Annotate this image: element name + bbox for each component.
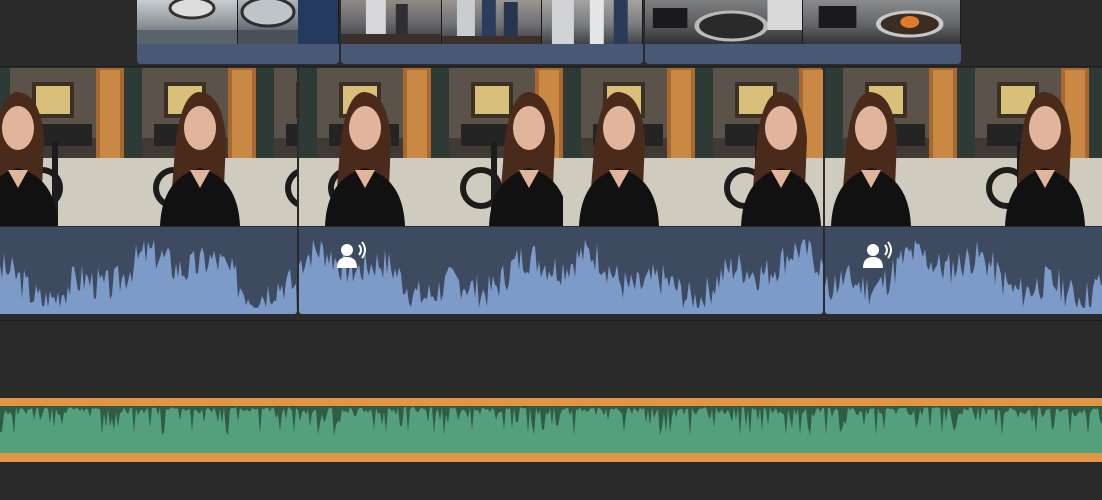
waveform [299, 239, 823, 314]
filmstrip-frame [256, 68, 297, 226]
filmstrip-frame [563, 68, 695, 226]
broll-thumbnail [238, 0, 339, 44]
clip-audio-waveform [825, 227, 1102, 314]
broll-thumbnail [645, 0, 803, 44]
music-waveform [0, 406, 1102, 453]
interview-clip[interactable] [0, 68, 297, 314]
filmstrip-frame [124, 68, 256, 226]
filmstrip-frame [825, 68, 957, 226]
interview-clip[interactable] [825, 68, 1102, 314]
waveform [0, 239, 297, 314]
broll-filmstrip [645, 0, 961, 44]
broll-thumbnail [441, 0, 543, 44]
broll-thumbnail [803, 0, 961, 44]
clip-audio-waveform [299, 227, 823, 314]
broll-thumbnail [137, 0, 238, 44]
waveform-shape [299, 239, 823, 314]
background-music-clip[interactable] [0, 398, 1102, 462]
broll-clip[interactable] [137, 0, 339, 64]
broll-clip[interactable] [341, 0, 643, 64]
filmstrip-frame [0, 68, 124, 226]
waveform-shape [0, 239, 297, 314]
track-divider [0, 320, 1102, 321]
clip-audio-waveform [0, 227, 297, 314]
broll-thumbnail [341, 0, 442, 44]
broll-clip[interactable] [645, 0, 961, 64]
clip-filmstrip [825, 68, 1102, 226]
interview-clip[interactable] [299, 68, 823, 314]
filmstrip-frame [1089, 68, 1102, 226]
dialogue-role-icon [863, 241, 892, 268]
clip-filmstrip [299, 68, 823, 226]
broll-thumbnail [542, 0, 643, 44]
filmstrip-frame [695, 68, 823, 226]
filmstrip-frame [299, 68, 431, 226]
broll-filmstrip [137, 0, 339, 44]
waveform [0, 406, 1102, 436]
track-divider [0, 66, 1102, 67]
filmstrip-frame [431, 68, 563, 226]
music-waveform-shape [0, 406, 1102, 436]
broll-filmstrip [341, 0, 643, 44]
dialogue-role-icon [337, 241, 366, 268]
clip-filmstrip [0, 68, 297, 226]
filmstrip-frame [957, 68, 1089, 226]
timeline[interactable] [0, 0, 1102, 500]
